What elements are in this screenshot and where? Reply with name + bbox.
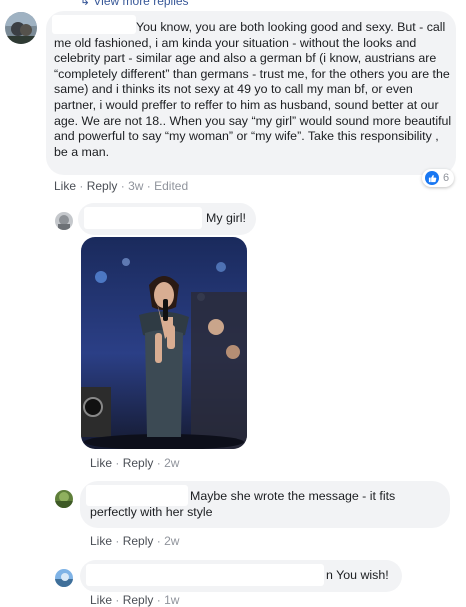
avatar[interactable] bbox=[5, 12, 37, 44]
reply-bubble: My girl! bbox=[78, 203, 256, 235]
comment-text: You know, you are both looking good and … bbox=[54, 20, 452, 159]
reply-actions: Like · Reply · 2w bbox=[90, 534, 180, 548]
avatar-photo bbox=[55, 569, 73, 587]
reaction-badge[interactable]: 6 bbox=[422, 169, 455, 187]
redacted-name bbox=[84, 207, 202, 229]
thumbs-up-icon bbox=[425, 171, 439, 185]
view-more-replies-link[interactable]: ↳ View more replies bbox=[80, 0, 189, 8]
reply-text: My girl! bbox=[206, 211, 246, 225]
reply-link[interactable]: Reply bbox=[123, 593, 154, 607]
avatar-photo bbox=[55, 490, 73, 508]
avatar[interactable] bbox=[55, 490, 73, 508]
timestamp[interactable]: 2w bbox=[164, 534, 179, 548]
like-link[interactable]: Like bbox=[90, 456, 112, 470]
stage-photo-image bbox=[81, 237, 247, 449]
reply-link[interactable]: Reply bbox=[87, 179, 118, 193]
avatar-photo bbox=[5, 12, 37, 44]
like-link[interactable]: Like bbox=[90, 593, 112, 607]
reply-actions: Like · Reply · 1w bbox=[90, 593, 180, 607]
reply-text: n You wish! bbox=[326, 568, 389, 582]
timestamp[interactable]: 1w bbox=[164, 593, 179, 607]
avatar[interactable] bbox=[55, 569, 73, 587]
like-link[interactable]: Like bbox=[54, 179, 76, 193]
timestamp[interactable]: 3w bbox=[128, 179, 143, 193]
reply-arrow-icon: ↳ bbox=[80, 0, 94, 8]
reply-photo[interactable] bbox=[81, 237, 247, 449]
reply-bubble: n You wish! bbox=[80, 560, 402, 592]
reply-bubble: Maybe she wrote the message - it fits pe… bbox=[80, 481, 450, 528]
like-link[interactable]: Like bbox=[90, 534, 112, 548]
comment-bubble: You know, you are both looking good and … bbox=[46, 11, 456, 175]
avatar[interactable] bbox=[55, 212, 73, 230]
timestamp[interactable]: 2w bbox=[164, 456, 179, 470]
edited-label[interactable]: Edited bbox=[154, 179, 188, 193]
redacted-name bbox=[86, 564, 324, 586]
redacted-name bbox=[86, 485, 188, 506]
reply-link[interactable]: Reply bbox=[123, 456, 154, 470]
avatar-photo bbox=[55, 212, 73, 230]
redacted-name bbox=[52, 15, 136, 34]
reaction-count: 6 bbox=[443, 172, 450, 184]
reply-actions: Like · Reply · 2w bbox=[90, 456, 180, 470]
comment-actions: Like · Reply · 3w · Edited bbox=[54, 179, 189, 193]
reply-link[interactable]: Reply bbox=[123, 534, 154, 548]
